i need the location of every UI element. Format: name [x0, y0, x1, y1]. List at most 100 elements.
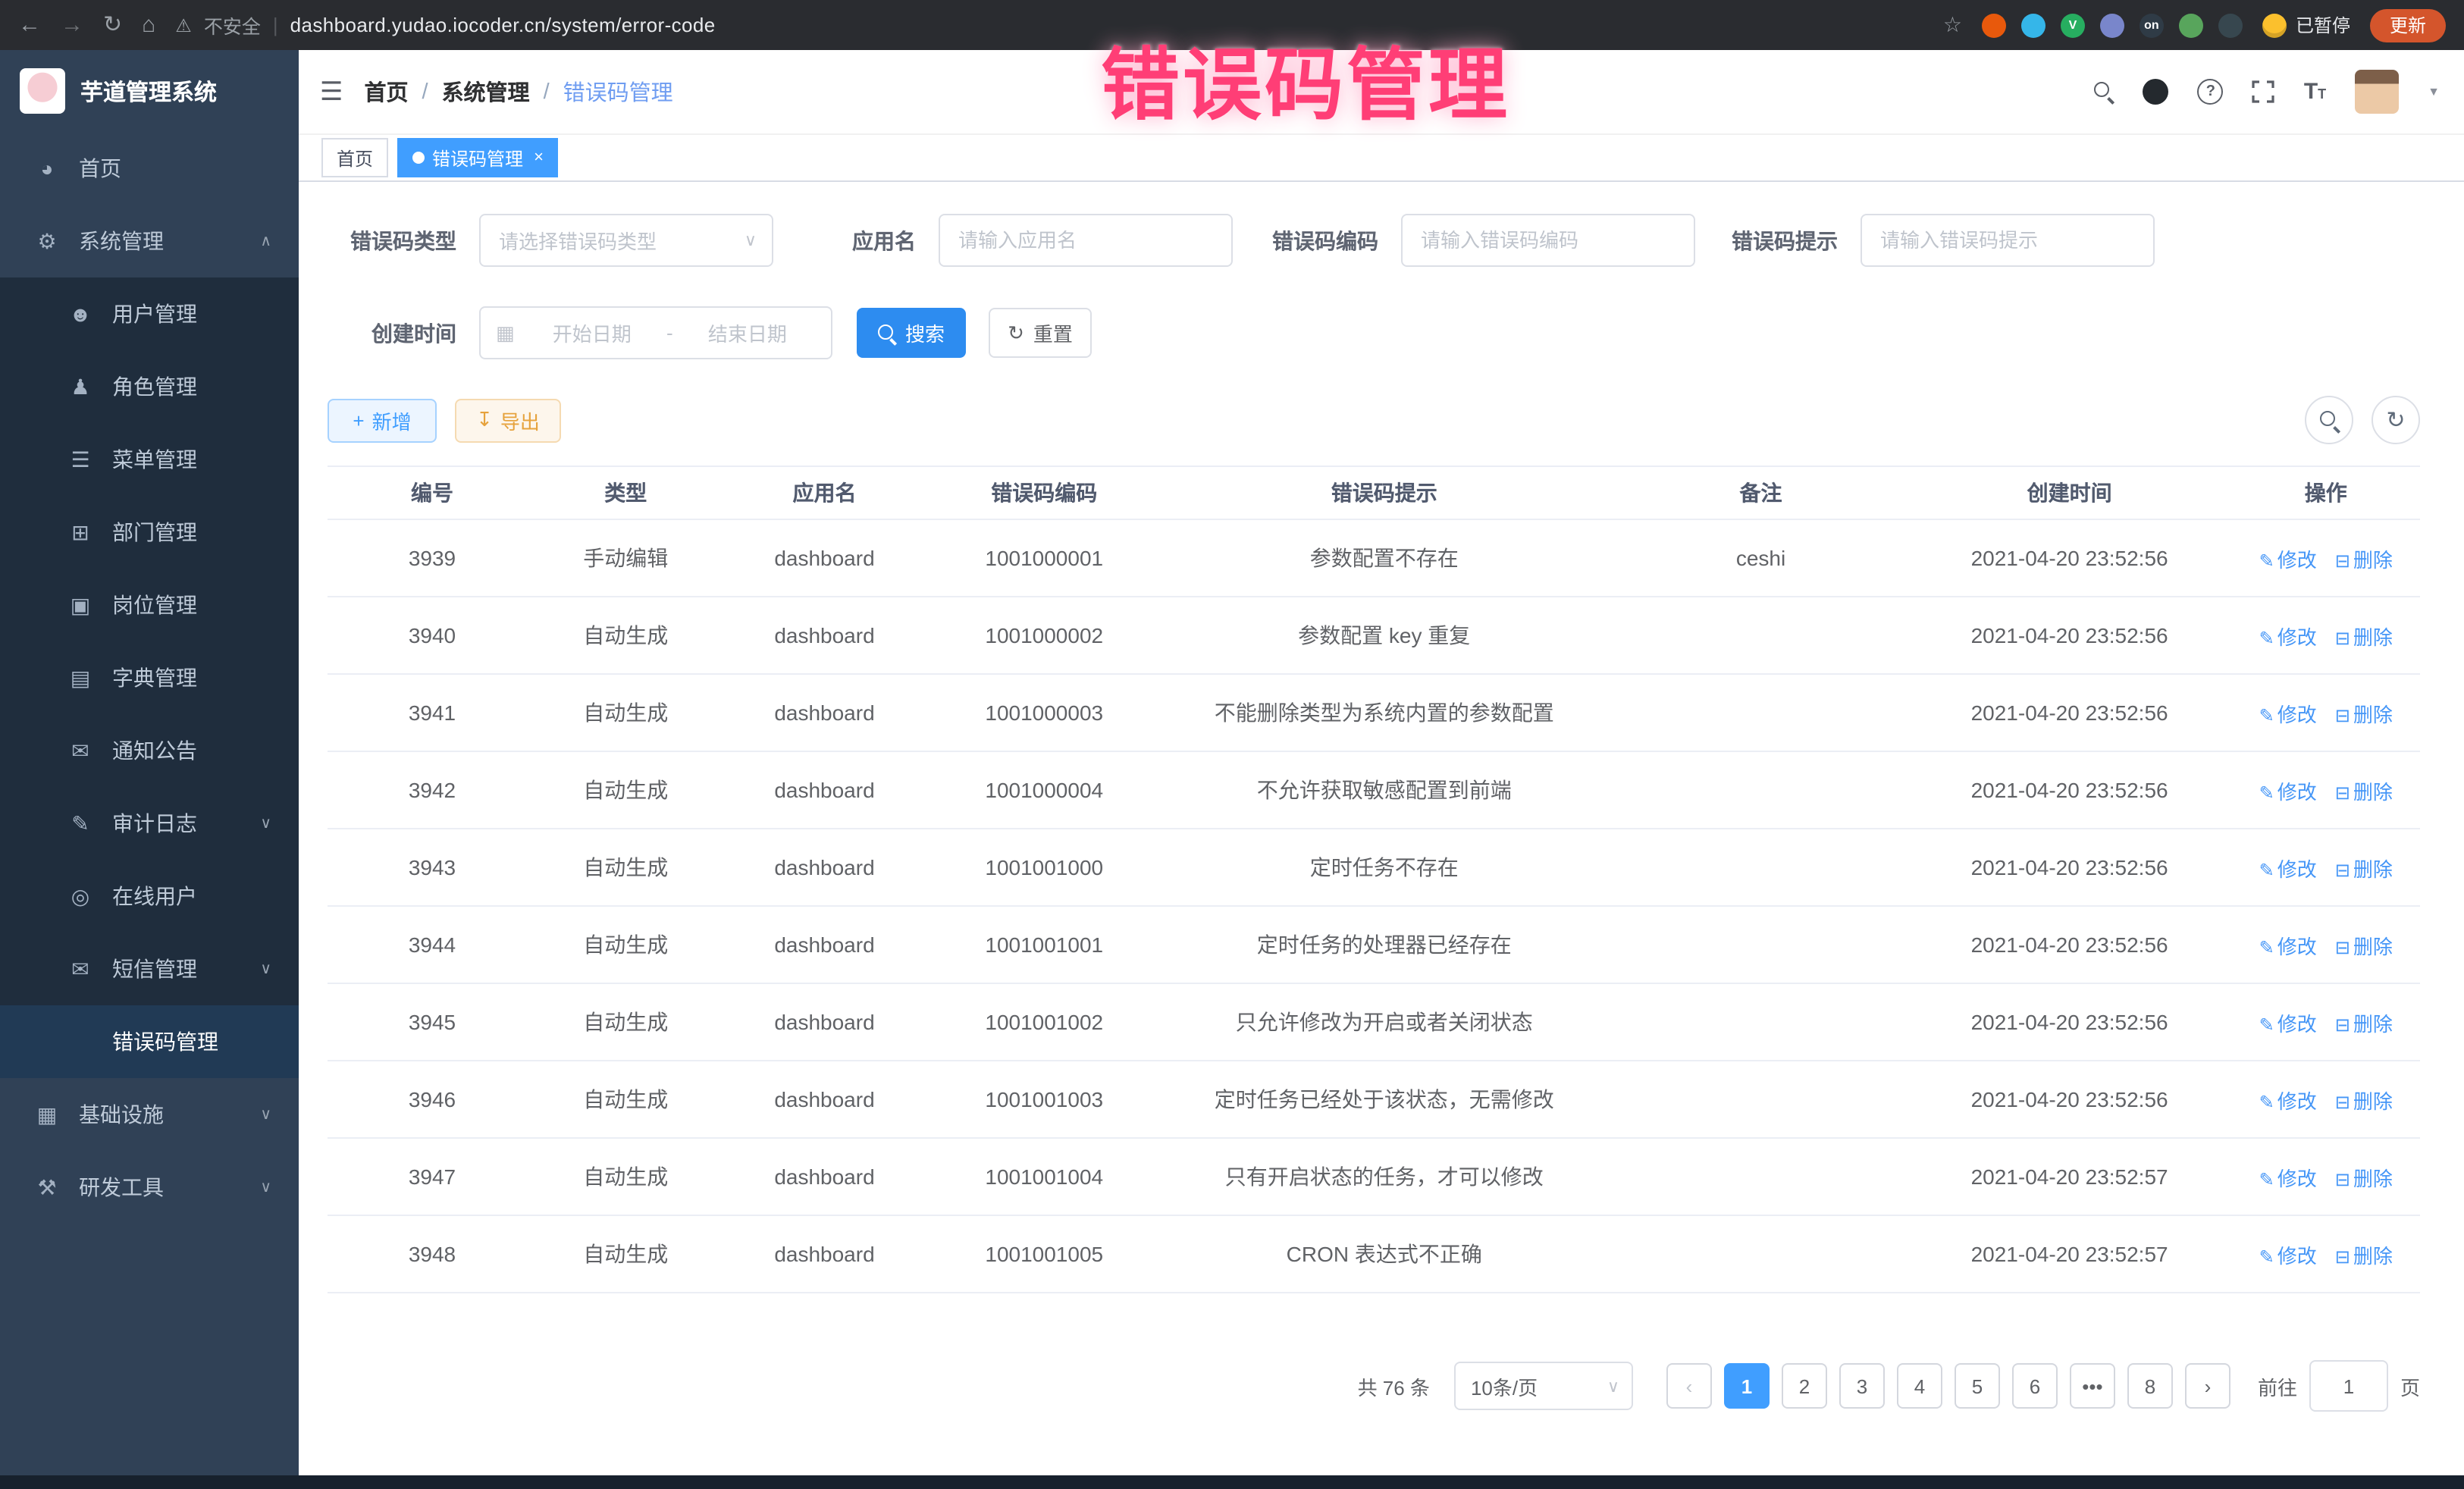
next-page-button[interactable]: ›	[2185, 1363, 2230, 1409]
sidebar-item-home[interactable]: ◕首页	[0, 132, 299, 205]
sidebar-item-menu[interactable]: ☰菜单管理	[0, 423, 299, 496]
extension-red-icon[interactable]	[1982, 13, 2006, 37]
bookmark-star-icon[interactable]: ☆	[1943, 12, 1962, 38]
screenshot-root: ← → ↻ ⌂ ⚠ 不安全 | dashboard.yudao.iocoder.…	[0, 0, 2464, 1489]
page-button-5[interactable]: 5	[1955, 1363, 2000, 1409]
page-button-4[interactable]: 4	[1897, 1363, 1942, 1409]
sidebar-item-user[interactable]: ☻用户管理	[0, 277, 299, 350]
back-icon[interactable]: ←	[18, 14, 41, 36]
sidebar-item-log[interactable]: ✎审计日志∨	[0, 787, 299, 860]
cell-type: 自动生成	[537, 983, 715, 1061]
avatar-caret-icon[interactable]: ▼	[2428, 85, 2440, 99]
extension-pin-icon[interactable]	[2218, 13, 2243, 37]
sidebar-item-tool[interactable]: ⚒研发工具∨	[0, 1151, 299, 1224]
font-size-icon[interactable]: TT	[2304, 79, 2326, 105]
page-button-1[interactable]: 1	[1724, 1363, 1770, 1409]
sidebar-item-label: 研发工具	[79, 1172, 164, 1202]
delete-link[interactable]: ⊟删除	[2335, 1244, 2393, 1267]
edit-link[interactable]: ✎修改	[2259, 1244, 2317, 1267]
sidebar-item-errcode[interactable]: 错误码管理	[0, 1005, 299, 1078]
error-type-select[interactable]: 请选择错误码类型 ∨	[479, 214, 773, 267]
edit-link[interactable]: ✎修改	[2259, 1012, 2317, 1035]
reset-button[interactable]: ↻ 重置	[989, 308, 1092, 358]
delete-link[interactable]: ⊟删除	[2335, 1012, 2393, 1035]
export-button[interactable]: ↧ 导出	[455, 398, 561, 442]
edit-link[interactable]: ✎修改	[2259, 780, 2317, 803]
breadcrumb-item[interactable]: 系统管理	[442, 76, 530, 108]
extension-green-icon[interactable]	[2179, 13, 2203, 37]
app-name-input[interactable]	[939, 214, 1233, 267]
search-button[interactable]: 搜索	[857, 308, 966, 358]
collapse-sidebar-icon[interactable]: ☰	[299, 77, 365, 107]
cell-remark	[1614, 674, 1907, 751]
sidebar-item-role[interactable]: ♟角色管理	[0, 350, 299, 423]
sidebar-logo[interactable]: 芋道管理系统	[0, 50, 299, 132]
user-avatar[interactable]	[2355, 70, 2399, 114]
delete-link[interactable]: ⊟删除	[2335, 857, 2393, 880]
delete-link[interactable]: ⊟删除	[2335, 548, 2393, 571]
refresh-table-button[interactable]: ↻	[2372, 396, 2420, 444]
page-button-2[interactable]: 2	[1782, 1363, 1827, 1409]
security-warning-icon: ⚠	[175, 14, 192, 36]
sidebar-item-infra[interactable]: ▦基础设施∨	[0, 1078, 299, 1151]
filter-error-code: 错误码编码	[1233, 214, 1695, 267]
edit-link[interactable]: ✎修改	[2259, 1089, 2317, 1112]
edit-link[interactable]: ✎修改	[2259, 935, 2317, 958]
browser-home-icon[interactable]: ⌂	[142, 14, 155, 36]
sidebar-item-post[interactable]: ▣岗位管理	[0, 569, 299, 641]
delete-link[interactable]: ⊟删除	[2335, 1167, 2393, 1190]
edit-link[interactable]: ✎修改	[2259, 625, 2317, 648]
tab-item[interactable]: 首页	[321, 138, 388, 177]
forward-icon[interactable]: →	[61, 14, 83, 36]
sidebar-item-sms[interactable]: ✉短信管理∨	[0, 933, 299, 1005]
extension-vue-devtools-icon[interactable]: V	[2061, 13, 2085, 37]
browser-update-button[interactable]: 更新	[2370, 8, 2446, 42]
delete-link[interactable]: ⊟删除	[2335, 1089, 2393, 1112]
sidebar-item-online[interactable]: ◎在线用户	[0, 860, 299, 933]
cell-time: 2021-04-20 23:52:56	[1908, 906, 2232, 983]
cell-app: dashboard	[715, 751, 935, 829]
fullscreen-icon[interactable]	[2252, 80, 2275, 103]
github-icon[interactable]	[2143, 79, 2169, 105]
delete-link[interactable]: ⊟删除	[2335, 703, 2393, 726]
date-range-picker[interactable]: ▦ 开始日期 - 结束日期	[479, 306, 832, 359]
page-button-8[interactable]: 8	[2127, 1363, 2173, 1409]
edit-link[interactable]: ✎修改	[2259, 1167, 2317, 1190]
error-code-input[interactable]	[1401, 214, 1695, 267]
edit-link[interactable]: ✎修改	[2259, 703, 2317, 726]
sidebar-item-dept[interactable]: ⊞部门管理	[0, 496, 299, 569]
address-bar[interactable]: ⚠ 不安全 | dashboard.yudao.iocoder.cn/syste…	[175, 11, 1962, 39]
cell-code: 1001001001	[934, 906, 1154, 983]
reload-icon[interactable]: ↻	[103, 14, 122, 36]
delete-link[interactable]: ⊟删除	[2335, 625, 2393, 648]
cell-id: 3941	[328, 674, 537, 751]
toggle-search-button[interactable]	[2305, 396, 2353, 444]
error-hint-input[interactable]	[1861, 214, 2155, 267]
more-pages-button[interactable]: •••	[2070, 1363, 2115, 1409]
breadcrumb: 首页/系统管理/错误码管理	[365, 76, 673, 108]
breadcrumb-item[interactable]: 首页	[365, 76, 409, 108]
table-row: 3948自动生成dashboard1001001005CRON 表达式不正确20…	[328, 1215, 2420, 1293]
page-button-3[interactable]: 3	[1839, 1363, 1885, 1409]
goto-page-input[interactable]	[2309, 1360, 2388, 1412]
extension-location-icon[interactable]	[2021, 13, 2045, 37]
extension-switch-icon[interactable]: on	[2140, 13, 2164, 37]
delete-link[interactable]: ⊟删除	[2335, 780, 2393, 803]
edit-link[interactable]: ✎修改	[2259, 857, 2317, 880]
paused-badge[interactable]: 已暂停	[2262, 12, 2350, 38]
prev-page-button[interactable]: ‹	[1666, 1363, 1712, 1409]
help-icon[interactable]: ?	[2198, 79, 2224, 105]
sidebar-item-gear[interactable]: ⚙系统管理∧	[0, 205, 299, 277]
sidebar-item-notice[interactable]: ✉通知公告	[0, 714, 299, 787]
tab-active[interactable]: 错误码管理×	[397, 138, 559, 177]
add-button[interactable]: + 新增	[328, 398, 437, 442]
sidebar-item-dict[interactable]: ▤字典管理	[0, 641, 299, 714]
extension-grid-icon[interactable]	[2100, 13, 2124, 37]
cell-type: 自动生成	[537, 674, 715, 751]
page-size-select[interactable]: 10条/页 ∨	[1454, 1362, 1633, 1410]
close-tab-icon[interactable]: ×	[534, 149, 544, 167]
page-button-6[interactable]: 6	[2012, 1363, 2058, 1409]
edit-link[interactable]: ✎修改	[2259, 548, 2317, 571]
search-icon[interactable]	[2095, 82, 2114, 102]
delete-link[interactable]: ⊟删除	[2335, 935, 2393, 958]
